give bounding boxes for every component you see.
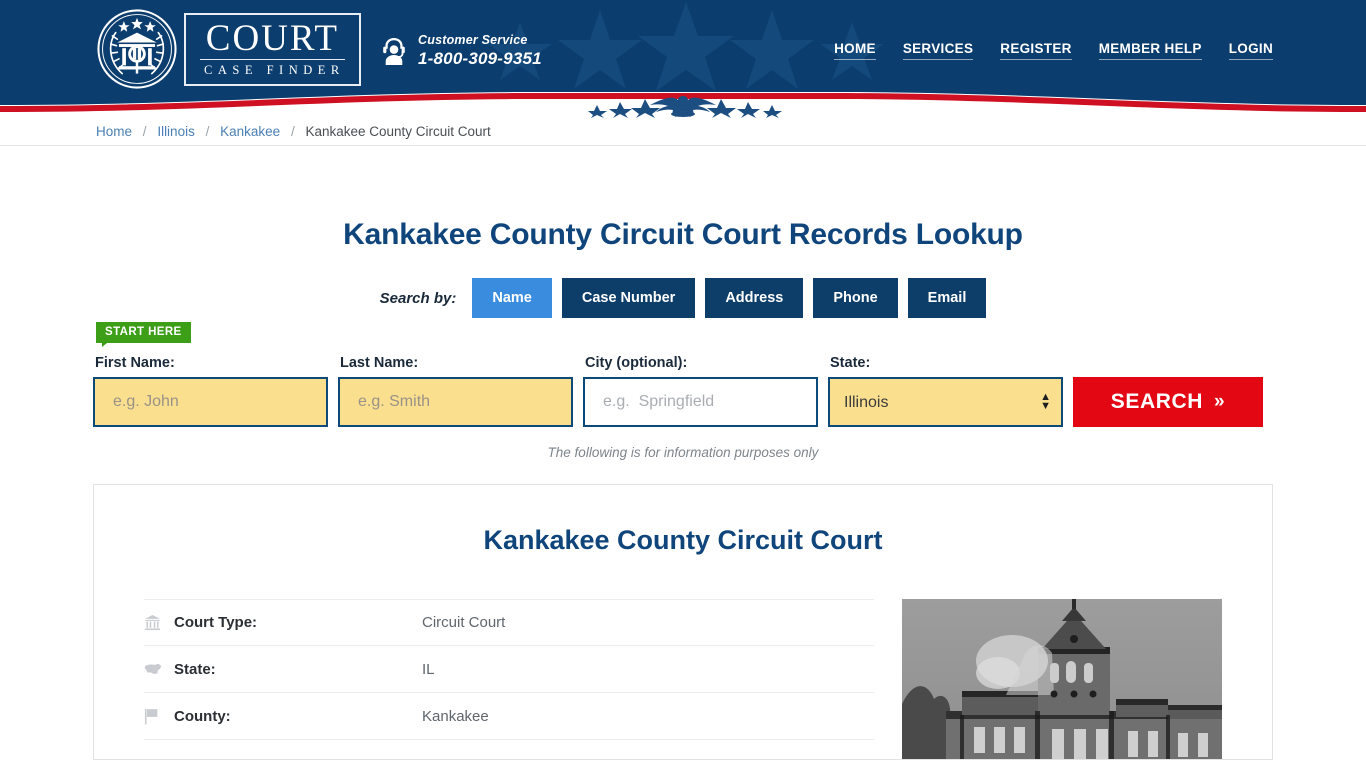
headset-support-icon	[383, 38, 405, 65]
nav-item-register[interactable]: REGISTER	[1000, 41, 1072, 60]
breadcrumb-bar: Home / Illinois / Kankakee / Kankakee Co…	[0, 118, 1366, 146]
first-name-label: First Name:	[95, 355, 175, 371]
last-name-label: Last Name:	[340, 355, 419, 371]
court-card-body: Court Type: Circuit Court State: IL Coun…	[144, 556, 1222, 759]
breadcrumb-separator: /	[142, 124, 147, 139]
court-type-label: Court Type:	[174, 614, 258, 631]
logo-subtitle: CASE FINDER	[204, 62, 345, 77]
table-row: County: Kankakee	[144, 693, 874, 740]
nav-item-home[interactable]: HOME	[834, 41, 876, 60]
tab-phone[interactable]: Phone	[813, 278, 898, 318]
tab-case-number[interactable]: Case Number	[561, 278, 696, 318]
site-logo[interactable]: COURT CASE FINDER	[96, 8, 361, 90]
nav-item-services[interactable]: SERVICES	[902, 41, 974, 60]
breadcrumb-item-illinois[interactable]: Illinois	[157, 124, 195, 139]
field-state: State: Illinois ▲ ▼	[828, 355, 1063, 427]
city-label: City (optional):	[585, 355, 688, 371]
court-emblem-icon	[97, 9, 177, 89]
court-detail-table: Court Type: Circuit Court State: IL Coun…	[144, 599, 874, 759]
breadcrumb-item-home[interactable]: Home	[96, 124, 132, 139]
search-form: START HERE First Name: Last Name: City (…	[93, 318, 1273, 427]
page-title: Kankakee County Circuit Court Records Lo…	[343, 218, 1023, 251]
state-label: State:	[830, 355, 871, 371]
state-select[interactable]: Illinois	[828, 377, 1063, 427]
breadcrumb-item-current: Kankakee County Circuit Court	[305, 124, 491, 139]
site-header: COURT CASE FINDER Customer Service 1-800…	[0, 0, 1366, 97]
search-button-label: SEARCH	[1110, 390, 1204, 413]
search-button[interactable]: SEARCH »	[1073, 377, 1263, 427]
breadcrumb: Home / Illinois / Kankakee / Kankakee Co…	[93, 118, 1273, 146]
county-value: Kankakee	[422, 707, 489, 725]
chevron-right-double-icon: »	[1214, 391, 1226, 412]
courthouse-photo	[902, 599, 1222, 759]
court-card-title: Kankakee County Circuit Court	[483, 525, 883, 555]
breadcrumb-separator: /	[205, 124, 210, 139]
customer-service-label: Customer Service	[418, 33, 528, 47]
table-row: State: IL	[144, 646, 874, 693]
last-name-input[interactable]	[338, 377, 573, 427]
field-last-name: Last Name:	[338, 355, 573, 427]
breadcrumb-separator: /	[290, 124, 295, 139]
start-here-badge: START HERE	[96, 322, 191, 347]
city-input[interactable]	[583, 377, 818, 427]
us-map-icon	[144, 662, 174, 676]
logo-title: COURT	[200, 19, 345, 60]
search-by-label: Search by:	[379, 289, 457, 307]
field-city: City (optional):	[583, 355, 818, 427]
field-first-name: First Name:	[93, 355, 328, 427]
customer-service-block: Customer Service 1-800-309-9351	[381, 33, 542, 69]
search-fields-row: First Name: Last Name: City (optional): …	[93, 328, 1273, 427]
tab-address[interactable]: Address	[705, 278, 804, 318]
disclaimer-text: The following is for information purpose…	[547, 445, 819, 460]
nav-item-member-help[interactable]: MEMBER HELP	[1098, 41, 1202, 60]
tab-name[interactable]: Name	[472, 278, 552, 318]
patriotic-wave-divider	[0, 91, 1366, 118]
table-row: Court Type: Circuit Court	[144, 599, 874, 646]
search-by-tabs: Search by: Name Case Number Address Phon…	[93, 252, 1273, 318]
main-nav: HOME SERVICES REGISTER MEMBER HELP LOGIN	[834, 41, 1273, 60]
flag-icon	[144, 708, 174, 725]
customer-service-phone[interactable]: 1-800-309-9351	[418, 48, 542, 69]
courthouse-icon	[144, 614, 174, 631]
court-type-value: Circuit Court	[422, 614, 506, 631]
nav-item-login[interactable]: LOGIN	[1228, 41, 1273, 60]
state-label: State:	[174, 660, 216, 678]
county-label: County:	[174, 707, 231, 725]
state-value: IL	[422, 660, 435, 678]
tab-email[interactable]: Email	[907, 278, 987, 318]
eagle-emblem-icon	[588, 96, 782, 118]
breadcrumb-item-kankakee[interactable]: Kankakee	[220, 124, 280, 139]
first-name-input[interactable]	[93, 377, 328, 427]
court-detail-card: Kankakee County Circuit Court Court Type…	[93, 484, 1273, 760]
